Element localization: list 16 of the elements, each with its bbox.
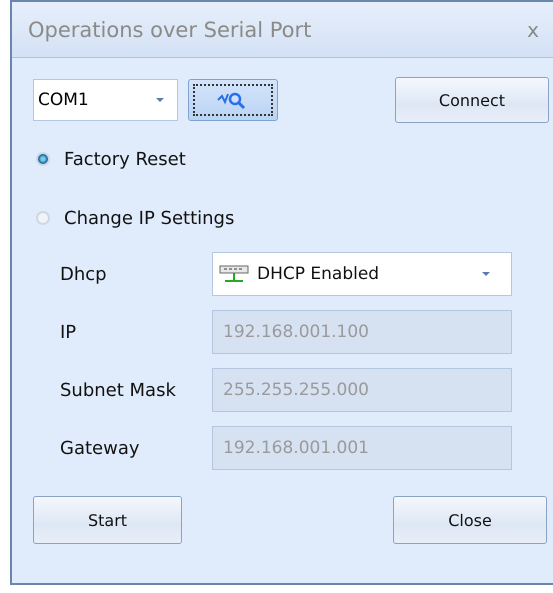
- dhcp-dropdown[interactable]: DHCP Enabled: [212, 252, 512, 296]
- scan-button[interactable]: [188, 79, 278, 121]
- network-icon: [219, 263, 249, 285]
- radio-option[interactable]: Change IP Settings: [33, 196, 549, 240]
- field-label: Gateway: [59, 438, 141, 458]
- dialog-button[interactable]: Close: [393, 496, 547, 544]
- field-label: Dhcp: [59, 264, 108, 284]
- field-label: IP: [59, 322, 78, 342]
- caret-icon: [155, 97, 165, 103]
- window-title: Operations over Serial Port: [28, 18, 312, 42]
- caret-icon: [481, 271, 491, 277]
- dialog-button[interactable]: Start: [33, 496, 182, 544]
- field-label: Subnet Mask: [59, 380, 177, 400]
- radio-option[interactable]: Factory Reset: [33, 137, 549, 181]
- port-dropdown[interactable]: COM1: [33, 79, 178, 121]
- connect-button[interactable]: Connect: [395, 77, 549, 123]
